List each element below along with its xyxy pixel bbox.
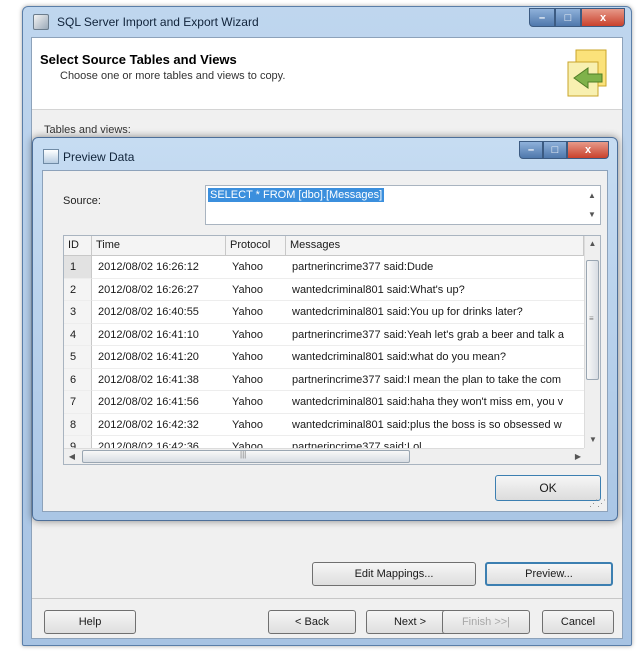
dialog-minimize-button[interactable]: –: [519, 141, 543, 159]
preview-button[interactable]: Preview...: [485, 562, 613, 586]
close-button[interactable]: x: [581, 8, 625, 27]
table-row[interactable]: 3 2012/08/02 16:40:55 Yahoo wantedcrimin…: [64, 301, 584, 324]
help-button[interactable]: Help: [44, 610, 136, 634]
cell-message[interactable]: wantedcriminal801 said:haha they won't m…: [286, 391, 584, 414]
cell-message[interactable]: wantedcriminal801 said:what do you mean?: [286, 346, 584, 369]
table-row[interactable]: 8 2012/08/02 16:42:32 Yahoo wantedcrimin…: [64, 413, 584, 436]
wizard-header: Select Source Tables and Views Choose on…: [32, 38, 622, 110]
scroll-left-icon[interactable]: ◀: [64, 449, 80, 464]
table-row[interactable]: 6 2012/08/02 16:41:38 Yahoo partnerincri…: [64, 368, 584, 391]
cell-time[interactable]: 2012/08/02 16:41:38: [92, 369, 226, 391]
cell-protocol[interactable]: Yahoo: [226, 369, 286, 391]
column-header-id[interactable]: ID: [64, 236, 92, 256]
cell-id[interactable]: 3: [64, 301, 92, 324]
cell-protocol[interactable]: Yahoo: [226, 324, 286, 346]
footer-divider: [32, 598, 622, 599]
back-button[interactable]: < Back: [268, 610, 356, 634]
table-row[interactable]: 5 2012/08/02 16:41:20 Yahoo wantedcrimin…: [64, 346, 584, 369]
scroll-up-icon[interactable]: ▲: [584, 186, 600, 205]
cell-message[interactable]: wantedcriminal801 said:You up for drinks…: [286, 301, 584, 324]
window-title: SQL Server Import and Export Wizard: [57, 15, 259, 29]
preview-data-grid[interactable]: ID Time Protocol Messages 1 2012/08/02 1…: [63, 235, 601, 465]
scroll-down-icon[interactable]: ▼: [584, 205, 600, 224]
next-button[interactable]: Next >: [366, 610, 454, 634]
cell-id[interactable]: 2: [64, 278, 92, 301]
cell-message[interactable]: wantedcriminal801 said:What's up?: [286, 279, 584, 301]
column-header-protocol[interactable]: Protocol: [226, 236, 286, 256]
cell-message[interactable]: partnerincrime377 said:Yeah let's grab a…: [286, 324, 584, 346]
wizard-titlebar[interactable]: SQL Server Import and Export Wizard – □ …: [23, 7, 631, 37]
scrollbar-corner: [584, 448, 600, 464]
source-label: Source:: [63, 195, 101, 207]
ok-button[interactable]: OK: [495, 475, 601, 501]
window-controls: – □ x: [529, 8, 625, 28]
minimize-button[interactable]: –: [529, 8, 555, 27]
dialog-window-controls: – □ x: [519, 141, 609, 159]
column-header-messages[interactable]: Messages: [286, 236, 584, 256]
page-subtitle: Choose one or more tables and views to c…: [60, 70, 286, 82]
cell-message[interactable]: partnerincrime377 said:I mean the plan t…: [286, 369, 584, 391]
grid-vertical-scrollbar[interactable]: ▲ ≡ ▼: [584, 236, 600, 448]
cell-id[interactable]: 6: [64, 368, 92, 391]
cell-time[interactable]: 2012/08/02 16:26:27: [92, 279, 226, 301]
source-query-box[interactable]: SELECT * FROM [dbo].[Messages] ▲ ▼: [205, 185, 601, 225]
dialog-close-button[interactable]: x: [567, 141, 609, 159]
grid-horizontal-scrollbar[interactable]: ◀ ||| ▶: [64, 448, 586, 464]
maximize-button[interactable]: □: [555, 8, 581, 27]
table-row[interactable]: 2 2012/08/02 16:26:27 Yahoo wantedcrimin…: [64, 278, 584, 301]
cell-id[interactable]: 5: [64, 346, 92, 369]
wizard-art-icon: [567, 49, 607, 97]
cell-message[interactable]: partnerincrime377 said:Dude: [286, 256, 584, 279]
finish-button[interactable]: Finish >>|: [442, 610, 530, 634]
cell-id[interactable]: 4: [64, 323, 92, 346]
cell-message[interactable]: wantedcriminal801 said:plus the boss is …: [286, 414, 584, 436]
scroll-down-icon[interactable]: ▼: [585, 432, 600, 448]
cell-id[interactable]: 1: [64, 256, 92, 279]
app-icon: [33, 14, 49, 30]
cell-time[interactable]: 2012/08/02 16:41:56: [92, 391, 226, 414]
cell-time[interactable]: 2012/08/02 16:26:12: [92, 256, 226, 279]
edit-mappings-button[interactable]: Edit Mappings...: [312, 562, 476, 586]
cancel-button[interactable]: Cancel: [542, 610, 614, 634]
page-title: Select Source Tables and Views: [40, 52, 237, 67]
scroll-up-icon[interactable]: ▲: [585, 236, 600, 252]
cell-protocol[interactable]: Yahoo: [226, 414, 286, 436]
table-row[interactable]: 7 2012/08/02 16:41:56 Yahoo wantedcrimin…: [64, 391, 584, 414]
cell-time[interactable]: 2012/08/02 16:41:20: [92, 346, 226, 369]
cell-time[interactable]: 2012/08/02 16:41:10: [92, 324, 226, 346]
cell-protocol[interactable]: Yahoo: [226, 301, 286, 324]
grid-header-row: ID Time Protocol Messages: [64, 236, 584, 256]
table-row[interactable]: 4 2012/08/02 16:41:10 Yahoo partnerincri…: [64, 323, 584, 346]
grip-icon: ≡: [589, 314, 594, 323]
cell-id[interactable]: 8: [64, 413, 92, 436]
grip-icon: |||: [240, 450, 247, 459]
cell-time[interactable]: 2012/08/02 16:40:55: [92, 301, 226, 324]
grid-rows: 1 2012/08/02 16:26:12 Yahoo partnerincri…: [64, 256, 584, 459]
dialog-window-icon: [43, 149, 59, 164]
cell-time[interactable]: 2012/08/02 16:42:32: [92, 414, 226, 436]
resize-grip-icon[interactable]: ⋰⋰: [589, 498, 606, 509]
dialog-title: Preview Data: [63, 150, 135, 164]
source-scrollbar[interactable]: ▲ ▼: [584, 186, 600, 224]
preview-data-dialog: Preview Data – □ x Source: SELECT * FROM…: [32, 137, 618, 521]
cell-protocol[interactable]: Yahoo: [226, 279, 286, 301]
source-query-text[interactable]: SELECT * FROM [dbo].[Messages]: [208, 188, 385, 202]
column-header-time[interactable]: Time: [92, 236, 226, 256]
tables-views-label: Tables and views:: [44, 124, 131, 136]
cell-protocol[interactable]: Yahoo: [226, 391, 286, 414]
table-row[interactable]: 1 2012/08/02 16:26:12 Yahoo partnerincri…: [64, 256, 584, 279]
dialog-maximize-button[interactable]: □: [543, 141, 567, 159]
dialog-client: Source: SELECT * FROM [dbo].[Messages] ▲…: [42, 170, 608, 512]
cell-id[interactable]: 7: [64, 391, 92, 414]
cell-protocol[interactable]: Yahoo: [226, 256, 286, 279]
cell-protocol[interactable]: Yahoo: [226, 346, 286, 369]
